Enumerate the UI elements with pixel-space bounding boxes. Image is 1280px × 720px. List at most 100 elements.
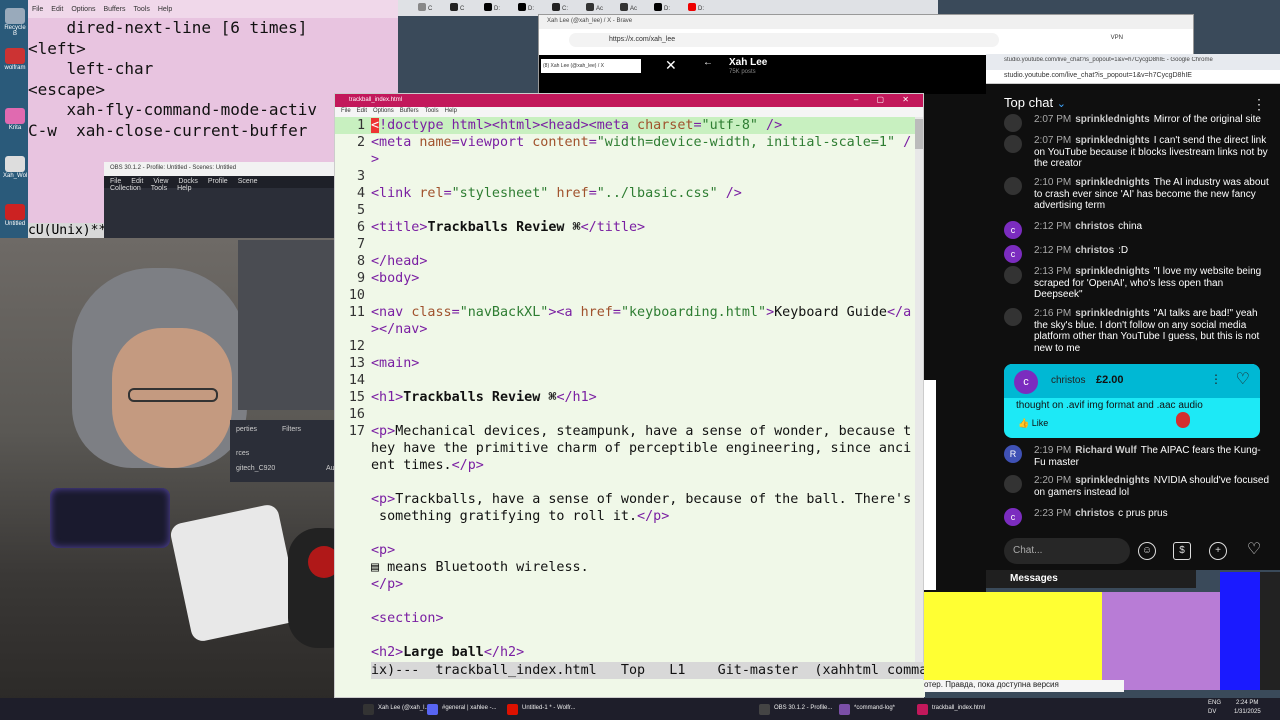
- code-line[interactable]: 10: [335, 287, 915, 304]
- code-line[interactable]: ></nav>: [335, 321, 915, 338]
- code-line[interactable]: 5: [335, 202, 915, 219]
- scrollbar-thumb[interactable]: [915, 119, 923, 149]
- editor-menu-options[interactable]: Options: [373, 108, 394, 114]
- obs-source-item[interactable]: gitech_C920: [236, 465, 275, 472]
- browser-tab[interactable]: D:: [518, 3, 534, 15]
- browser-tab[interactable]: D:: [484, 3, 500, 15]
- like-button[interactable]: 👍 Like: [1018, 418, 1048, 429]
- taskbar-item[interactable]: *command-log*: [836, 701, 899, 717]
- code-line[interactable]: 2 <meta name=viewport content="width=devi…: [335, 134, 915, 151]
- emoji-icon[interactable]: ☺: [1138, 542, 1156, 560]
- recycle-bin-icon[interactable]: Recycle B: [3, 8, 27, 37]
- obs-menu-profile[interactable]: Profile: [208, 178, 228, 185]
- message-author[interactable]: christos: [1075, 508, 1114, 519]
- message-author[interactable]: Richard Wulf: [1075, 445, 1136, 456]
- code-line[interactable]: hey have the primitive charm of percepti…: [335, 440, 915, 457]
- add-icon[interactable]: +: [1209, 542, 1227, 560]
- obs-menu-docks[interactable]: Docks: [178, 178, 197, 185]
- code-line[interactable]: >: [335, 151, 915, 168]
- more-icon[interactable]: ⋮: [1210, 372, 1222, 386]
- code-line[interactable]: <p>: [335, 542, 915, 559]
- taskbar-item[interactable]: Untitled-1 * - Wolfr...: [504, 701, 580, 717]
- message-author[interactable]: christos: [1075, 245, 1114, 256]
- code-line[interactable]: something gratifying to roll it.</p>: [335, 508, 915, 525]
- code-line[interactable]: 3: [335, 168, 915, 185]
- taskbar-item[interactable]: #general | xahlee -...: [424, 701, 501, 717]
- chat-message[interactable]: 2:10 PM sprinklednights The AI industry wa…: [1004, 177, 1269, 212]
- message-author[interactable]: sprinklednights: [1075, 266, 1149, 277]
- message-author[interactable]: sprinklednights: [1075, 475, 1149, 486]
- code-line[interactable]: 13 <main>: [335, 355, 915, 372]
- code-line[interactable]: [335, 474, 915, 491]
- obs-menu-tools[interactable]: Tools: [151, 185, 167, 192]
- obs-menu-edit[interactable]: Edit: [131, 178, 143, 185]
- code-line[interactable]: 16: [335, 406, 915, 423]
- obs-filters-tab[interactable]: Filters: [282, 426, 301, 433]
- menu-buffers[interactable]: Buffers: [103, 6, 125, 13]
- window-controls[interactable]: – ▢ ✕: [854, 95, 917, 104]
- back-arrow-icon[interactable]: ←: [703, 57, 713, 68]
- chat-input[interactable]: Chat...: [1004, 538, 1130, 564]
- krita-icon[interactable]: Krita: [3, 108, 27, 131]
- obs-menu-help[interactable]: Help: [177, 185, 191, 192]
- code-line[interactable]: 11 <nav class="navBackXL"><a href="keyboa…: [335, 304, 915, 321]
- code-line[interactable]: 17 <p>Mechanical devices, steampunk, have…: [335, 423, 915, 440]
- obs-menu-view[interactable]: View: [153, 178, 168, 185]
- messages-bar[interactable]: Messages: [986, 570, 1196, 588]
- message-author[interactable]: sprinklednights: [1075, 177, 1149, 188]
- chat-message[interactable]: 2:07 PM sprinklednights I can't send the d…: [1004, 135, 1269, 170]
- message-author[interactable]: christos: [1075, 221, 1114, 232]
- wolfram-icon[interactable]: wolfram: [3, 48, 27, 71]
- code-line[interactable]: 9 <body>: [335, 270, 915, 287]
- code-line[interactable]: 1 <!doctype html><html><head><meta charse…: [335, 117, 915, 134]
- message-author[interactable]: sprinklednights: [1075, 308, 1149, 319]
- code-line[interactable]: 8 </head>: [335, 253, 915, 270]
- more-icon[interactable]: ⋮: [1252, 96, 1266, 113]
- editor-menu-file[interactable]: File: [341, 108, 351, 114]
- heart-icon[interactable]: ♡: [1236, 369, 1250, 389]
- code-line[interactable]: 6 <title>Trackballs Review ⌘</title>: [335, 219, 915, 236]
- code-line[interactable]: 4 <link rel="stylesheet" href="../lbasic.…: [335, 185, 915, 202]
- clock-time[interactable]: 2:24 PM: [1236, 700, 1258, 706]
- chrome-url-bar[interactable]: studio.youtube.com/live_chat?is_popout=1…: [986, 70, 1280, 84]
- chat-message[interactable]: 2:13 PM sprinklednights "I love my website…: [1004, 266, 1269, 301]
- chevron-down-icon[interactable]: ⌄: [1057, 98, 1066, 110]
- heart-icon[interactable]: ♡: [1245, 542, 1263, 560]
- chat-message[interactable]: 2:16 PM sprinklednights "AI talks are bad!…: [1004, 308, 1269, 354]
- code-line[interactable]: [335, 525, 915, 542]
- code-line[interactable]: </p>: [335, 576, 915, 593]
- menu-tools[interactable]: Tools: [134, 6, 150, 13]
- chat-message[interactable]: c 2:23 PM christos c prus prus: [1004, 508, 1269, 526]
- menu-help[interactable]: Help: [158, 6, 172, 13]
- taskbar-item[interactable]: trackball_index.html: [914, 701, 989, 717]
- code-line[interactable]: 14: [335, 372, 915, 389]
- browser-tab[interactable]: C: [418, 3, 432, 15]
- chat-message[interactable]: c 2:12 PM christos:D: [1004, 245, 1269, 263]
- x-tab-label[interactable]: (8) Xah Lee (@xah_lee) / X: [541, 59, 641, 73]
- code-line[interactable]: ent times.</p>: [335, 457, 915, 474]
- code-area[interactable]: 1 <!doctype html><html><head><meta charse…: [335, 117, 915, 662]
- code-line[interactable]: [335, 593, 915, 610]
- vpn-button[interactable]: VPN: [1111, 35, 1123, 41]
- emacs-editor-window[interactable]: trackball_index.html – ▢ ✕ File Edit Option…: [334, 93, 925, 698]
- language-indicator[interactable]: ENG: [1208, 700, 1221, 706]
- clock-date[interactable]: 1/31/2025: [1234, 709, 1261, 715]
- obs-window[interactable]: OBS 30.1.2 - Profile: Untitled - Scenes:…: [104, 162, 334, 242]
- message-author[interactable]: sprinklednights: [1075, 135, 1149, 146]
- chat-message[interactable]: c 2:12 PM christos china: [1004, 221, 1269, 239]
- chat-message[interactable]: R 2:19 PM Richard Wulf The AIPAC fears the …: [1004, 445, 1269, 468]
- xah-wolfram-icon[interactable]: Xah_Wol: [3, 156, 27, 179]
- code-line[interactable]: <section>: [335, 610, 915, 627]
- obs-properties-tab[interactable]: perties: [236, 426, 257, 433]
- code-line[interactable]: 12: [335, 338, 915, 355]
- menu-file[interactable]: File: [32, 6, 43, 13]
- browser-tab[interactable]: C: [450, 3, 464, 15]
- obs-menu-file[interactable]: File: [110, 178, 121, 185]
- menu-edit[interactable]: Edit: [51, 6, 63, 13]
- super-chat[interactable]: c christos £2.00 ⋮ ♡ thought on .avif im…: [1004, 364, 1260, 438]
- editor-scrollbar[interactable]: [915, 117, 923, 662]
- x-logo-icon[interactable]: ✕: [665, 57, 677, 74]
- code-line[interactable]: ▤ means Bluetooth wireless.: [335, 559, 915, 576]
- chat-message[interactable]: 2:20 PM sprinklednights NVIDIA should've f…: [1004, 475, 1269, 498]
- minibuffer[interactable]: [371, 680, 925, 697]
